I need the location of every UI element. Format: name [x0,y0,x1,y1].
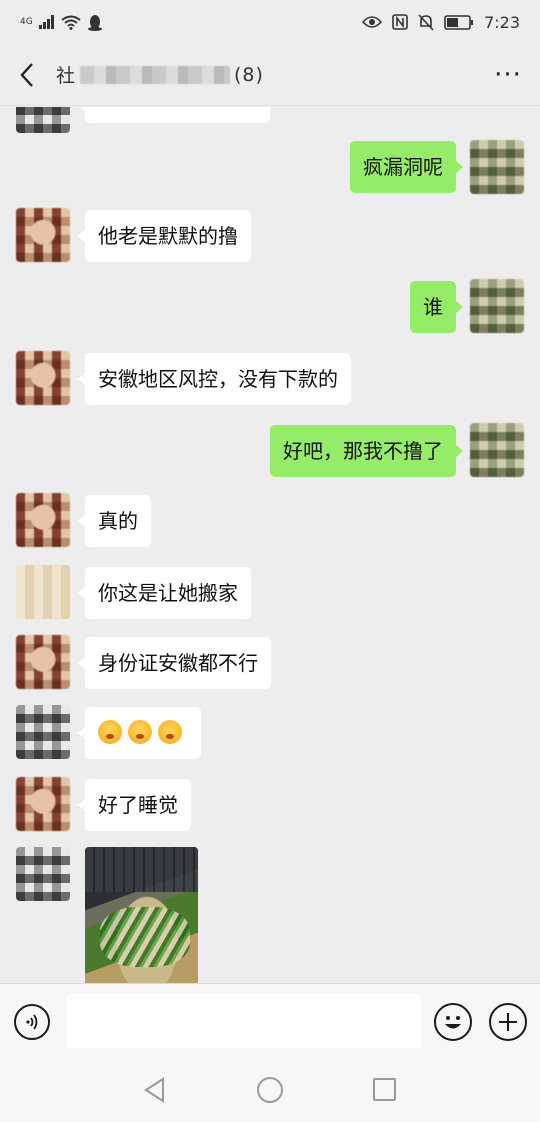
signal-icon [38,15,54,29]
chat-title-prefix: 社 [56,65,77,87]
input-bar [0,983,540,1059]
more-functions-button[interactable] [489,1003,527,1041]
redacted-title [80,65,231,84]
avatar[interactable] [16,107,70,133]
message-bubble[interactable]: 疯漏洞呢 [350,141,463,193]
battery-icon [444,14,474,30]
plus-icon [499,1013,517,1031]
avatar[interactable] [470,279,524,333]
emoji-bubble[interactable] [78,707,201,759]
message-bubble[interactable]: 安徽地区风控，没有下款的 [78,353,351,405]
nav-recent-icon[interactable] [373,1078,396,1101]
voice-button[interactable] [14,1004,50,1040]
wifi-icon [61,15,81,30]
nav-back-icon[interactable] [143,1077,167,1103]
vegetables-region [100,907,190,967]
avatar[interactable] [16,493,70,547]
food-photo[interactable] [85,847,198,983]
shush-face-icon [128,720,152,744]
message-bubble[interactable]: 你这是让她搬家 [78,567,251,619]
avatar[interactable] [16,705,70,759]
member-count: (8) [234,63,264,86]
network-type: 4G [20,17,33,27]
message-bubble[interactable]: 身份证安徽都不行 [78,637,271,689]
message-bubble[interactable]: 谁 [410,281,463,333]
eye-icon [362,16,383,28]
mute-bell-icon [418,13,434,31]
nfc-icon [392,14,408,30]
avatar[interactable] [470,140,524,194]
message-input[interactable] [66,994,421,1048]
shush-face-icon [98,720,122,744]
smiley-icon [445,1016,461,1029]
message-bubble[interactable]: 好吧，那我不撸了 [270,425,463,477]
message-list[interactable]: 疯漏洞呢 他老是默默的撸 谁 安徽地区风控，没有下款的 好吧，那我不撸了 真的 … [0,107,540,983]
message-bubble[interactable] [78,107,270,123]
avatar[interactable] [16,635,70,689]
emoji-button[interactable] [434,1003,472,1041]
message-bubble[interactable]: 真的 [78,495,151,547]
more-button[interactable]: ··· [488,55,528,95]
avatar[interactable] [16,565,70,619]
system-nav-bar [0,1059,540,1122]
message-bubble[interactable]: 好了睡觉 [78,779,191,831]
chevron-left-icon [20,62,33,87]
voice-icon [26,1014,38,1030]
clock: 7:23 [484,12,520,32]
more-icon: ··· [494,59,522,90]
avatar[interactable] [16,208,70,262]
avatar[interactable] [470,423,524,477]
keyboard-region [85,847,198,892]
shush-face-icon [158,720,182,744]
avatar[interactable] [16,847,70,901]
avatar[interactable] [16,777,70,831]
qq-icon [87,14,102,31]
status-bar: 4G 7:23 [0,0,540,44]
nav-home-icon[interactable] [257,1077,283,1103]
chat-header: 社 (8) ··· [0,44,540,106]
chat-title: 社 (8) [56,61,264,88]
message-bubble[interactable]: 他老是默默的撸 [78,210,251,262]
back-button[interactable] [12,55,42,95]
avatar[interactable] [16,351,70,405]
